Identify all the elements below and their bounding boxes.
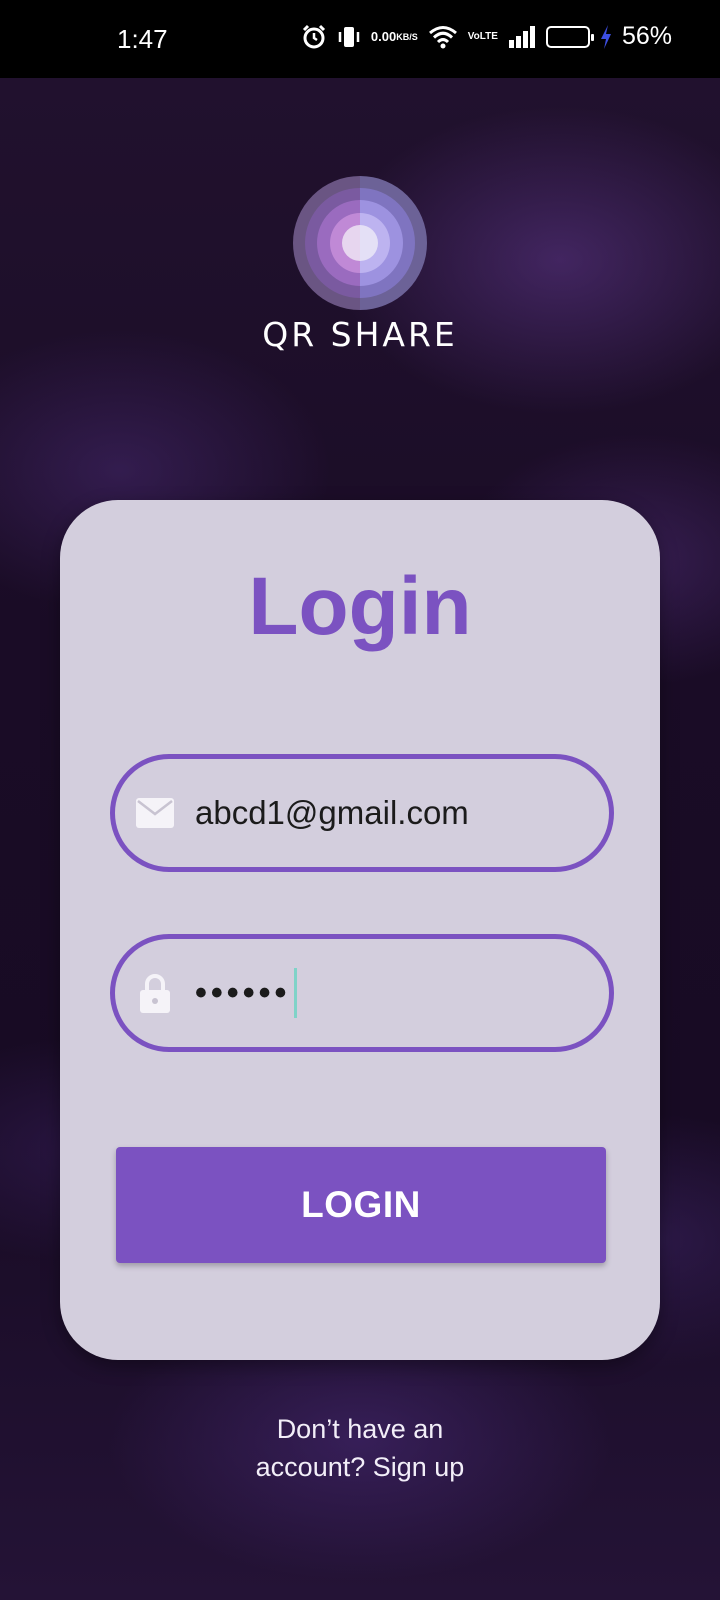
network-speed-value: 0.00 — [370, 28, 397, 44]
alarm-icon — [301, 24, 327, 50]
volte-line-2: LTE — [479, 30, 498, 42]
status-time: 1:47 — [117, 24, 168, 54]
volte-line-1: Vo — [467, 30, 480, 42]
lock-icon — [133, 971, 177, 1015]
status-icons: 0.00 KB/S Vo LTE 56% — [301, 22, 672, 51]
volte-indicator: Vo LTE — [467, 30, 498, 42]
login-card: Login abcd1@gmail.com •••••• LOGIN — [60, 500, 660, 1360]
network-speed-unit: KB/S — [396, 31, 418, 42]
password-field[interactable]: •••••• — [110, 934, 614, 1052]
email-value[interactable]: abcd1@gmail.com — [195, 794, 469, 832]
charging-icon — [600, 24, 612, 49]
status-bar: 1:47 0.00 KB/S Vo LTE 56% — [0, 0, 720, 78]
app-brand-name: QR SHARE — [262, 315, 458, 354]
signup-line-1: Don’t have an — [276, 1414, 444, 1444]
mail-icon — [133, 791, 177, 835]
vibrate-icon — [337, 24, 361, 50]
password-value[interactable]: •••••• — [195, 974, 290, 1013]
battery-icon — [545, 25, 594, 48]
network-speed: 0.00 KB/S — [370, 28, 418, 44]
login-title: Login — [248, 561, 472, 652]
login-button[interactable]: LOGIN — [116, 1147, 606, 1263]
email-field[interactable]: abcd1@gmail.com — [110, 754, 614, 872]
text-cursor — [294, 968, 298, 1018]
signup-link[interactable]: Don’t have an account? Sign up — [0, 1410, 720, 1486]
signup-line-2[interactable]: account? Sign up — [0, 1448, 720, 1486]
app-logo-icon — [292, 175, 428, 311]
wifi-icon — [428, 25, 458, 49]
battery-percent: 56% — [621, 22, 672, 50]
signal-icon — [508, 25, 536, 48]
